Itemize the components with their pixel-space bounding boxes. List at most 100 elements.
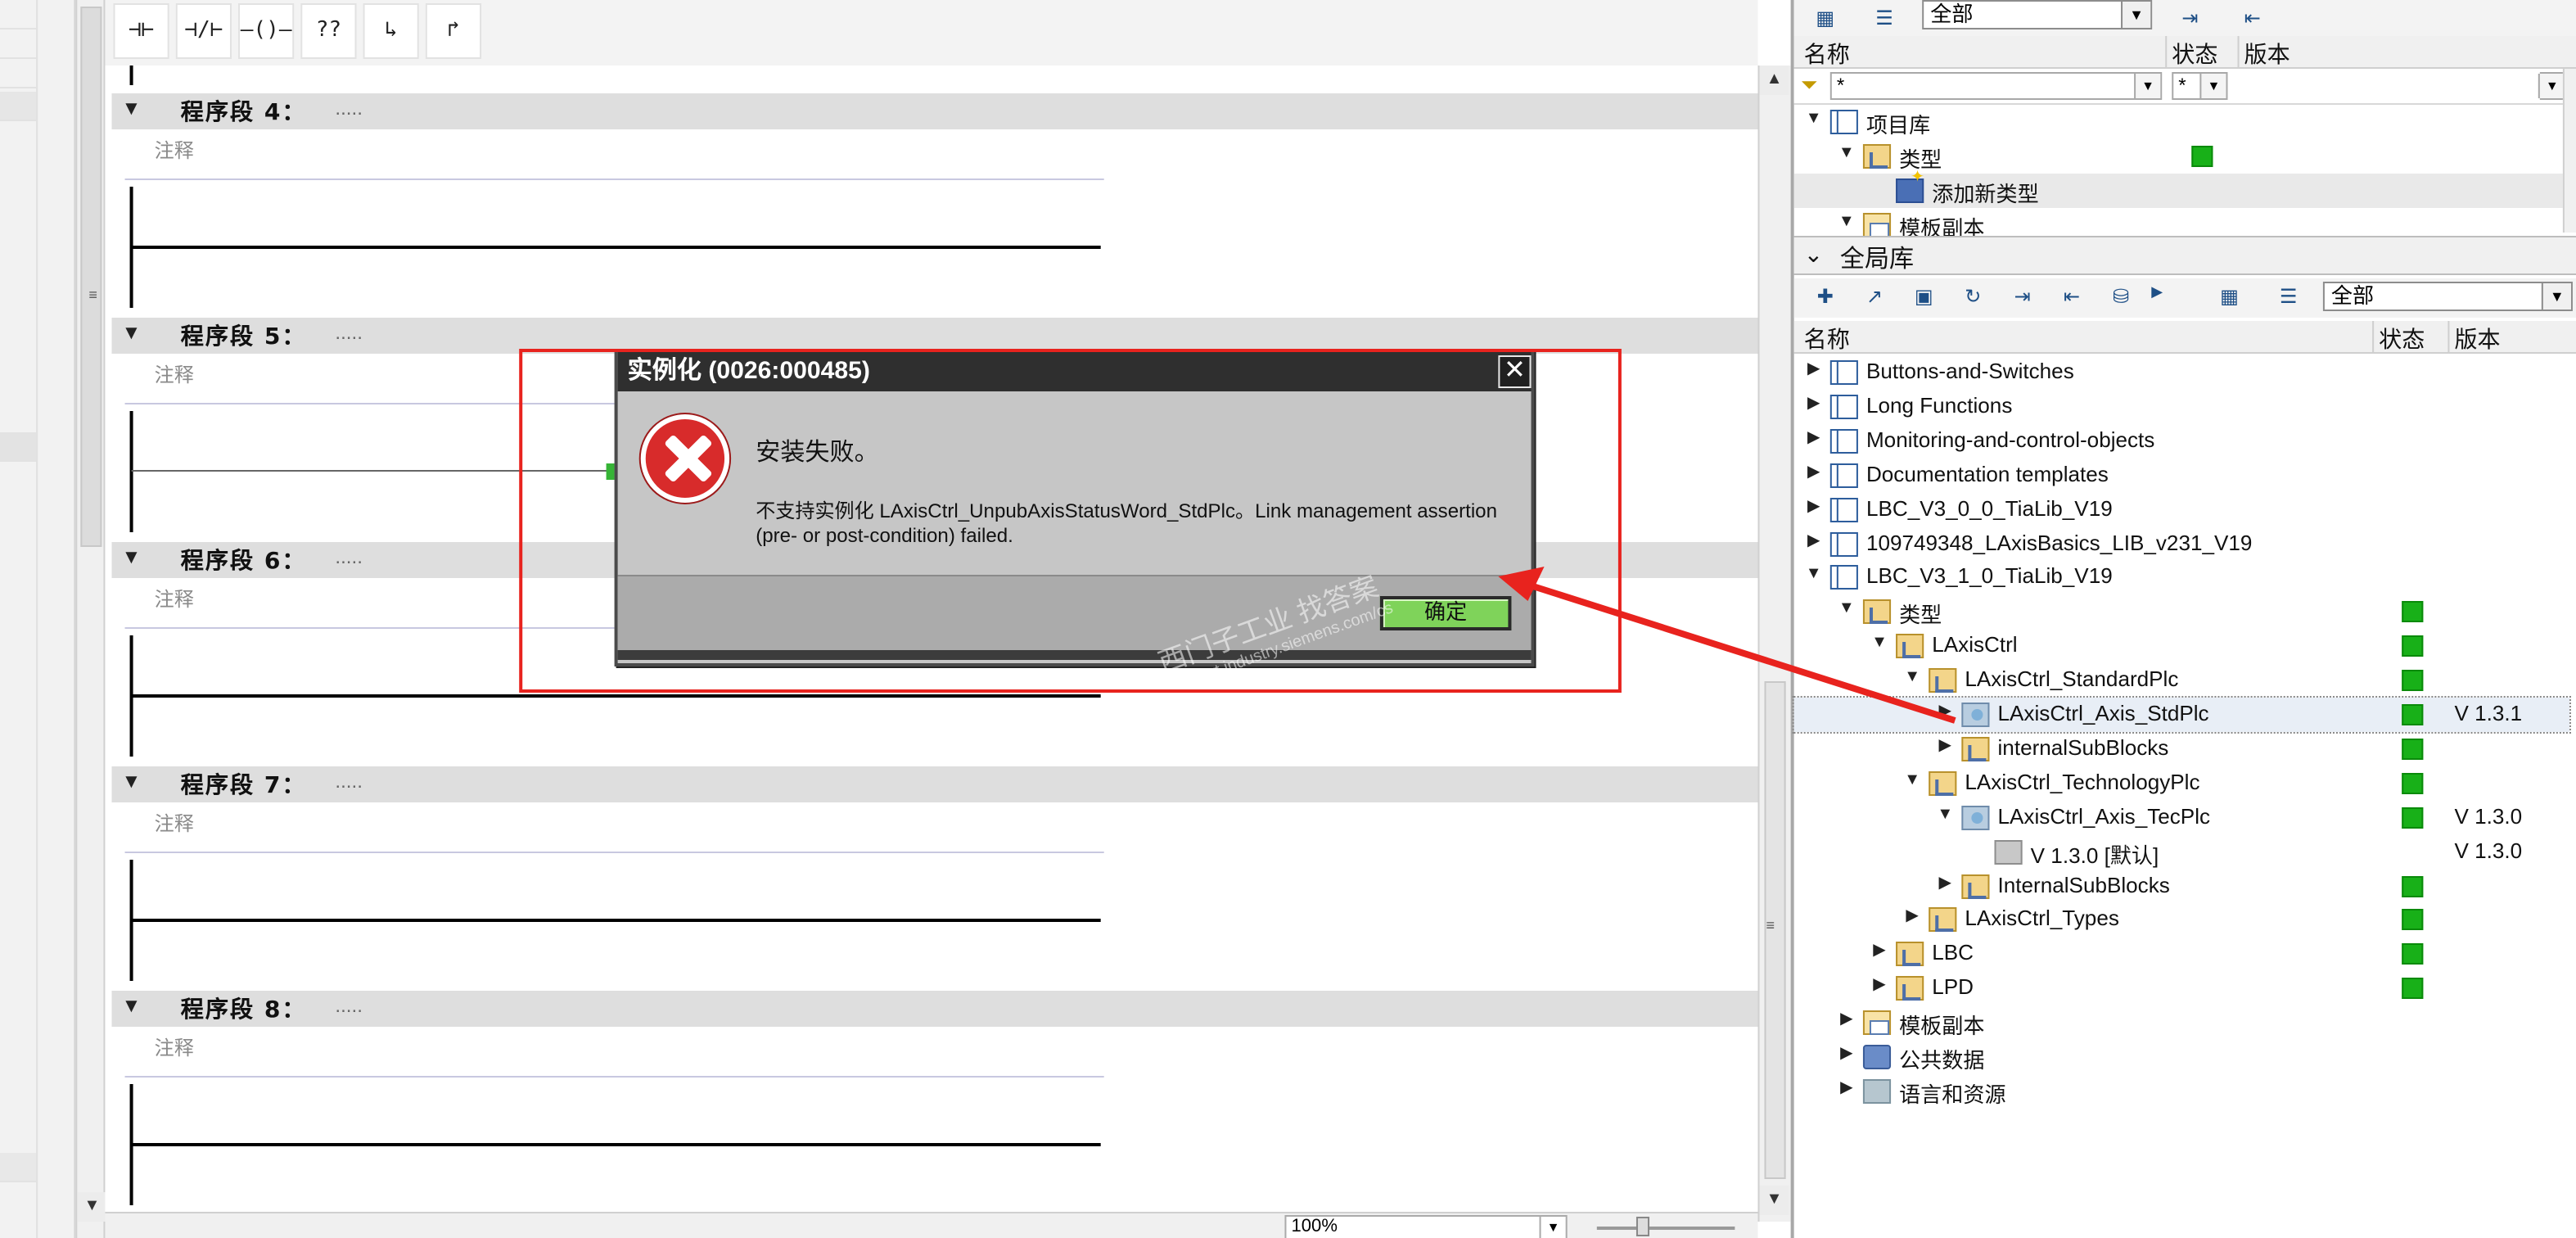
chevron-down-icon[interactable]: ▼ <box>1539 1217 1566 1238</box>
chevron-down-icon[interactable]: ▼ <box>2121 2 2151 28</box>
column-version[interactable]: 版本 <box>2244 38 2290 70</box>
strip-row[interactable] <box>0 59 37 88</box>
collapse-icon[interactable]: ▼ <box>1902 771 1922 789</box>
expand-icon[interactable]: ▶ <box>1837 1079 1856 1097</box>
left-scrollbar[interactable]: ≡ ▼ <box>75 0 107 1238</box>
tree-item[interactable]: ▶ Documentation templates <box>1794 458 2569 492</box>
project-library-filter-select[interactable]: 全部 ▼ <box>1922 0 2153 29</box>
network-header[interactable]: ▼ 程序段 4： ..... <box>111 93 1758 129</box>
expand-icon[interactable]: ▶ <box>1902 908 1922 926</box>
tree-item[interactable]: ▶ LAxisCtrl_Axis_StdPlc V 1.3.1 <box>1792 696 2571 734</box>
column-name[interactable]: 名称 <box>1804 323 1850 355</box>
collapse-icon[interactable]: ▼ <box>1804 110 1824 128</box>
collapse-icon[interactable]: ▼ <box>1804 566 1824 584</box>
collapse-icon[interactable]: ▼ <box>1935 805 1955 823</box>
global-library-header[interactable]: ⌄ 全局库 <box>1793 236 2576 275</box>
chevron-down-icon[interactable]: ⌄ <box>1804 241 1824 269</box>
collapse-icon[interactable]: ▼ <box>122 994 142 1017</box>
network-comment[interactable]: 注释 <box>155 585 194 612</box>
scroll-down-icon[interactable]: ▼ <box>77 1192 107 1222</box>
tree-item[interactable]: ▼ LBC_V3_1_0_TiaLib_V19 <box>1794 561 2569 595</box>
expand-icon[interactable]: ▶ <box>1804 429 1824 447</box>
rung-line[interactable] <box>131 470 611 472</box>
nc-contact-button[interactable]: ⊣/⊢ <box>175 3 232 59</box>
network-name[interactable]: ..... <box>335 321 362 344</box>
expand-icon[interactable]: ▶ <box>1837 1010 1856 1028</box>
empty-box-button[interactable]: ?? <box>300 3 357 59</box>
network-name[interactable]: ..... <box>335 97 362 120</box>
close-icon[interactable]: ✕ <box>1498 355 1532 388</box>
collapse-icon[interactable]: ▼ <box>122 770 142 793</box>
import-icon[interactable]: ⇤ <box>2057 283 2087 310</box>
expand-icon[interactable]: ▶ <box>1804 360 1824 378</box>
network-comment[interactable]: 注释 <box>155 136 194 164</box>
network-header[interactable]: ▼ 程序段 7： ..... <box>111 766 1758 802</box>
chevron-down-icon[interactable]: ▼ <box>2541 283 2571 310</box>
tree-item[interactable]: ▶ LAxisCtrl_Types <box>1794 903 2569 938</box>
expand-icon[interactable]: ▶ <box>1837 1045 1856 1063</box>
open-library-icon[interactable]: ↗ <box>1860 283 1889 310</box>
export-icon[interactable]: ⇥ <box>2175 5 2204 31</box>
scroll-up-icon[interactable]: ▲ <box>1759 66 1789 95</box>
ok-button[interactable]: 确定 <box>1379 596 1512 630</box>
tree-item[interactable]: ▶ Monitoring-and-control-objects <box>1794 424 2569 459</box>
tree-item[interactable]: ▼ LAxisCtrl <box>1794 629 2569 663</box>
tree-item[interactable]: ▶ 模板副本 <box>1794 1005 2569 1040</box>
database-icon[interactable]: ⛁ <box>2106 283 2136 310</box>
tree-item[interactable]: ▶ 109749348_LAxisBasics_LIB_v231_V19 <box>1794 526 2569 561</box>
no-contact-button[interactable]: ⊣⊢ <box>113 3 169 59</box>
network-header[interactable]: ▼ 程序段 8： ..... <box>111 991 1758 1027</box>
more-icon[interactable]: ▶ <box>2142 278 2172 305</box>
network-comment[interactable]: 注释 <box>155 1033 194 1061</box>
filter-icon[interactable]: ⏷ <box>1801 72 1818 98</box>
close-branch-button[interactable]: ↱ <box>425 3 482 59</box>
network-comment[interactable]: 注释 <box>155 809 194 837</box>
column-status[interactable]: 状态 <box>2172 38 2217 70</box>
chevron-down-icon[interactable]: ▼ <box>2538 74 2565 98</box>
tree-item[interactable]: ▼ LAxisCtrl_StandardPlc <box>1794 663 2569 698</box>
collapse-icon[interactable]: ▼ <box>122 97 142 120</box>
collapse-icon[interactable]: ▼ <box>1837 213 1856 231</box>
tree-item[interactable]: ▶ internalSubBlocks <box>1794 732 2569 766</box>
strip-row[interactable] <box>0 29 37 59</box>
strip-row[interactable] <box>0 1153 37 1182</box>
collapse-icon[interactable]: ▼ <box>1837 600 1856 618</box>
network-name[interactable]: ..... <box>335 994 362 1017</box>
new-library-icon[interactable]: ✚ <box>1811 283 1840 310</box>
library-view-icon[interactable]: ▦ <box>1811 5 1840 31</box>
tree-item[interactable]: 添加新类型 <box>1793 169 2569 208</box>
zoom-slider-handle[interactable] <box>1635 1217 1650 1236</box>
open-branch-button[interactable]: ↳ <box>363 3 419 59</box>
tree-item[interactable]: V 1.3.0 [默认] V 1.3.0 <box>1794 834 2569 869</box>
collapse-icon[interactable]: ▼ <box>122 545 142 568</box>
scroll-down-icon[interactable]: ▼ <box>1759 1186 1789 1215</box>
expand-icon[interactable]: ▶ <box>1870 942 1889 960</box>
strip-row[interactable] <box>0 432 37 462</box>
editor-scrollbar[interactable]: ▲ ≡ ▼ <box>1757 66 1791 1222</box>
tree-item[interactable]: ▼ 类型 <box>1794 595 2569 630</box>
export-icon[interactable]: ⇥ <box>2008 283 2037 310</box>
collapse-icon[interactable]: ▼ <box>1870 634 1889 652</box>
expand-icon[interactable]: ▶ <box>1935 874 1955 892</box>
chevron-down-icon[interactable]: ▼ <box>2199 74 2226 98</box>
scroll-thumb[interactable]: ≡ <box>80 7 102 547</box>
network-comment[interactable]: 注释 <box>155 360 194 388</box>
coil-button[interactable]: —()— <box>238 3 295 59</box>
expand-icon[interactable]: ▶ <box>1935 703 1955 721</box>
expand-icon[interactable]: ▶ <box>1870 976 1889 994</box>
network-name[interactable]: ..... <box>335 770 362 793</box>
update-icon[interactable]: ↻ <box>1958 283 1987 310</box>
tree-item[interactable]: ▶ LPD <box>1794 971 2569 1005</box>
column-name[interactable]: 名称 <box>1804 38 1850 70</box>
tree-item[interactable]: ▶ 语言和资源 <box>1794 1074 2569 1109</box>
details-view-icon[interactable]: ☰ <box>1870 5 1899 31</box>
library-view-icon[interactable]: ▦ <box>2214 283 2244 310</box>
save-library-icon[interactable]: ▣ <box>1909 283 1938 310</box>
rung-line[interactable] <box>131 919 1101 922</box>
tree-item[interactable]: ▶ Buttons-and-Switches <box>1794 355 2569 390</box>
tree-item[interactable]: ▼ LAxisCtrl_TechnologyPlc <box>1794 766 2569 801</box>
expand-icon[interactable]: ▶ <box>1804 395 1824 413</box>
rung-line[interactable] <box>131 246 1101 249</box>
tree-item[interactable]: ▶ LBC_V3_0_0_TiaLib_V19 <box>1794 492 2569 526</box>
tree-item[interactable]: ▶ Long Functions <box>1794 390 2569 424</box>
